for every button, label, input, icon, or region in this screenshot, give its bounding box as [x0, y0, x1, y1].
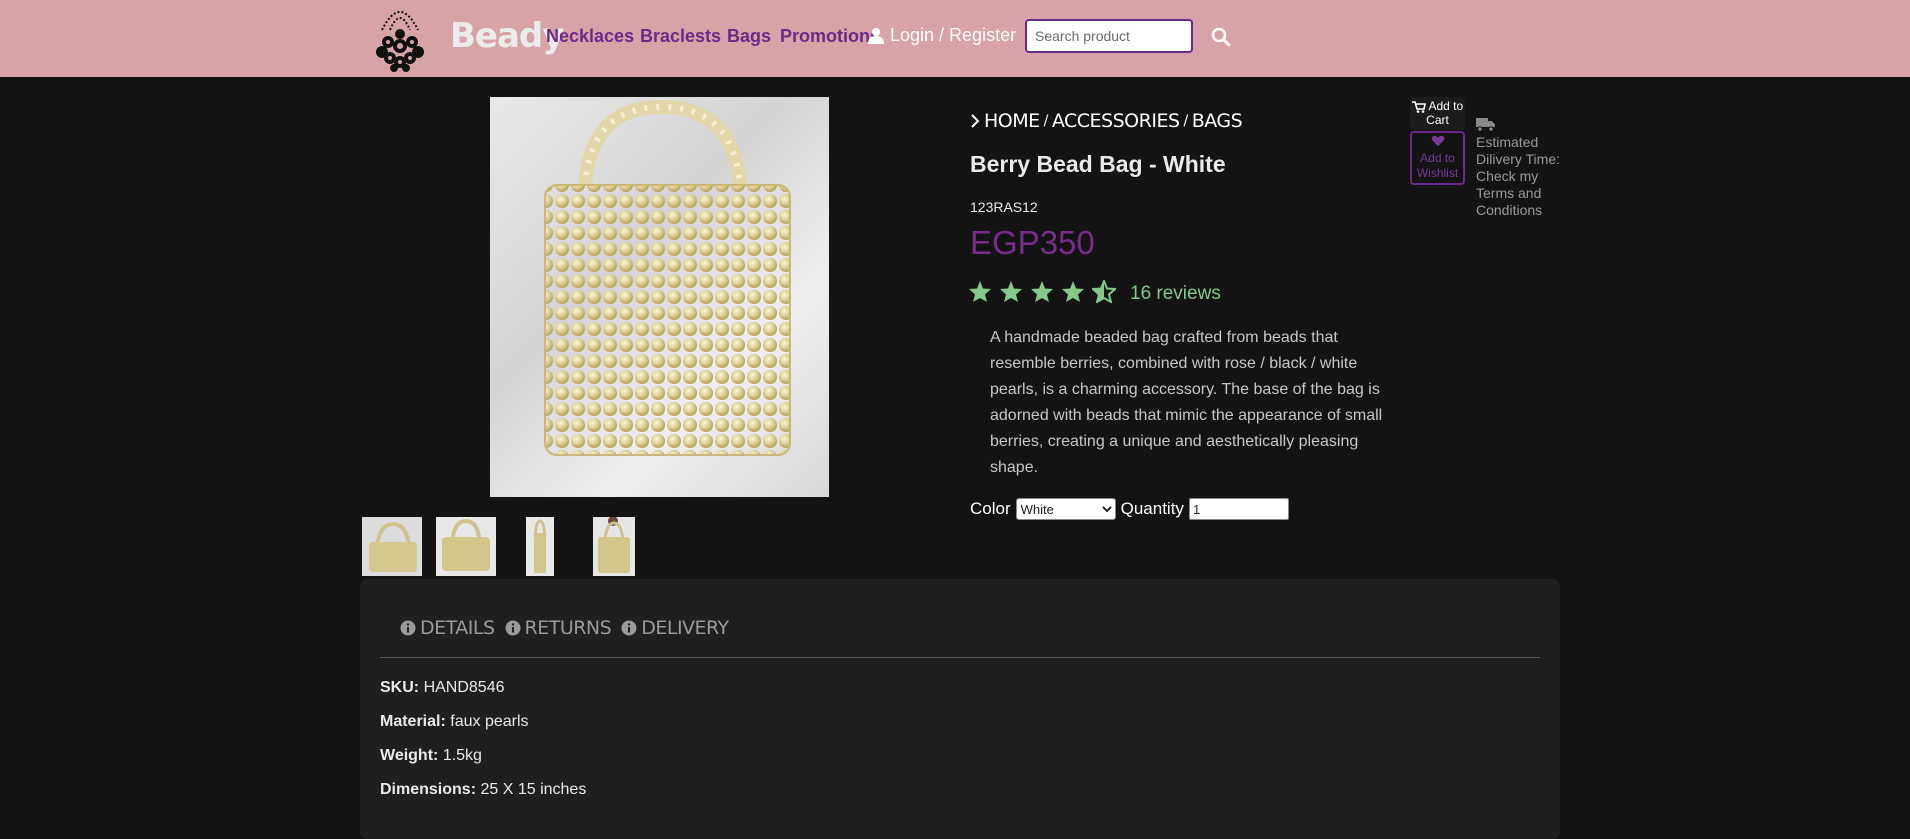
breadcrumb-bags[interactable]: BAGS	[1192, 110, 1243, 132]
info-icon	[505, 620, 521, 636]
color-select[interactable]: White	[1015, 498, 1116, 520]
thumbnail-1[interactable]	[362, 517, 422, 576]
delivery-note: Estimated Dilivery Time: Check my Terms …	[1476, 134, 1561, 218]
nav-bags[interactable]: Bags	[727, 26, 771, 47]
tab-details[interactable]: DETAILS	[400, 617, 495, 639]
cart-icon	[1411, 101, 1426, 113]
login-register-link[interactable]: Login / Register	[868, 25, 1016, 46]
truck-icon	[1476, 118, 1495, 132]
heart-icon	[1431, 135, 1444, 146]
star-half-icon	[1092, 280, 1116, 303]
reviews-link[interactable]: 16 reviews	[1130, 283, 1221, 305]
add-to-wishlist-button[interactable]: Add to Wishlist	[1410, 131, 1465, 185]
login-label: Login / Register	[890, 25, 1017, 45]
breadcrumb-separator: /	[1183, 113, 1189, 129]
product-main-image[interactable]	[490, 97, 829, 497]
chevron-right-icon	[971, 114, 980, 128]
product-price: EGP350	[970, 224, 1095, 261]
user-icon	[868, 28, 884, 44]
breadcrumb: HOME / ACCESSORIES / BAGS	[970, 110, 1243, 132]
thumbnail-2[interactable]	[436, 517, 496, 576]
add-to-wishlist-label: Add to Wishlist	[1416, 151, 1459, 180]
site-header: Beady Necklaces Braclests Bags Promotion…	[0, 0, 1910, 77]
product-options: Color White Quantity	[970, 498, 1289, 520]
thumbnail-3[interactable]	[526, 517, 554, 576]
star-full-icon	[1062, 281, 1084, 302]
nav-bracelets[interactable]: Braclests	[640, 26, 721, 47]
search-input[interactable]	[1025, 19, 1193, 53]
product-code: 123RAS12	[970, 199, 1038, 215]
spec-material: Material: faux pearls	[380, 713, 529, 730]
search-icon[interactable]	[1210, 26, 1232, 48]
add-to-cart-button[interactable]: Add to Cart	[1410, 97, 1465, 130]
breadcrumb-home[interactable]: HOME	[984, 110, 1040, 132]
product-description: A handmade beaded bag crafted from beads…	[990, 329, 1383, 476]
thumbnail-4[interactable]	[593, 517, 635, 576]
info-tabs: DETAILS RETURNS DELIVERY	[400, 617, 729, 639]
tab-details-label: DETAILS	[420, 617, 495, 639]
product-info-panel: DETAILS RETURNS DELIVERY SKU: HAND8546 M…	[360, 579, 1560, 839]
quantity-label: Quantity	[1120, 499, 1184, 518]
color-label: Color	[970, 499, 1011, 518]
quantity-stepper[interactable]	[1188, 498, 1289, 520]
nav-promotions[interactable]: Promotions	[780, 26, 880, 47]
nav-necklaces[interactable]: Necklaces	[546, 26, 634, 47]
tab-returns[interactable]: RETURNS	[505, 617, 612, 639]
tab-delivery[interactable]: DELIVERY	[621, 617, 729, 639]
add-to-cart-label: Add to Cart	[1426, 99, 1464, 127]
star-full-icon	[1000, 281, 1022, 302]
tab-returns-label: RETURNS	[524, 617, 612, 639]
tabs-divider	[380, 657, 1540, 658]
rating-stars	[968, 280, 1116, 303]
info-icon	[621, 620, 637, 636]
breadcrumb-separator: /	[1043, 113, 1049, 129]
breadcrumb-accessories[interactable]: ACCESSORIES	[1052, 110, 1180, 132]
star-full-icon	[1031, 281, 1053, 302]
star-full-icon	[969, 281, 991, 302]
spec-sku: SKU: HAND8546	[380, 679, 505, 696]
logo-icon[interactable]	[368, 0, 432, 74]
spec-weight: Weight: 1.5kg	[380, 747, 482, 764]
product-title: Berry Bead Bag - White	[970, 151, 1226, 177]
spec-dimensions: Dimensions: 25 X 15 inches	[380, 781, 587, 798]
info-icon	[400, 620, 416, 636]
tab-delivery-label: DELIVERY	[641, 617, 729, 639]
